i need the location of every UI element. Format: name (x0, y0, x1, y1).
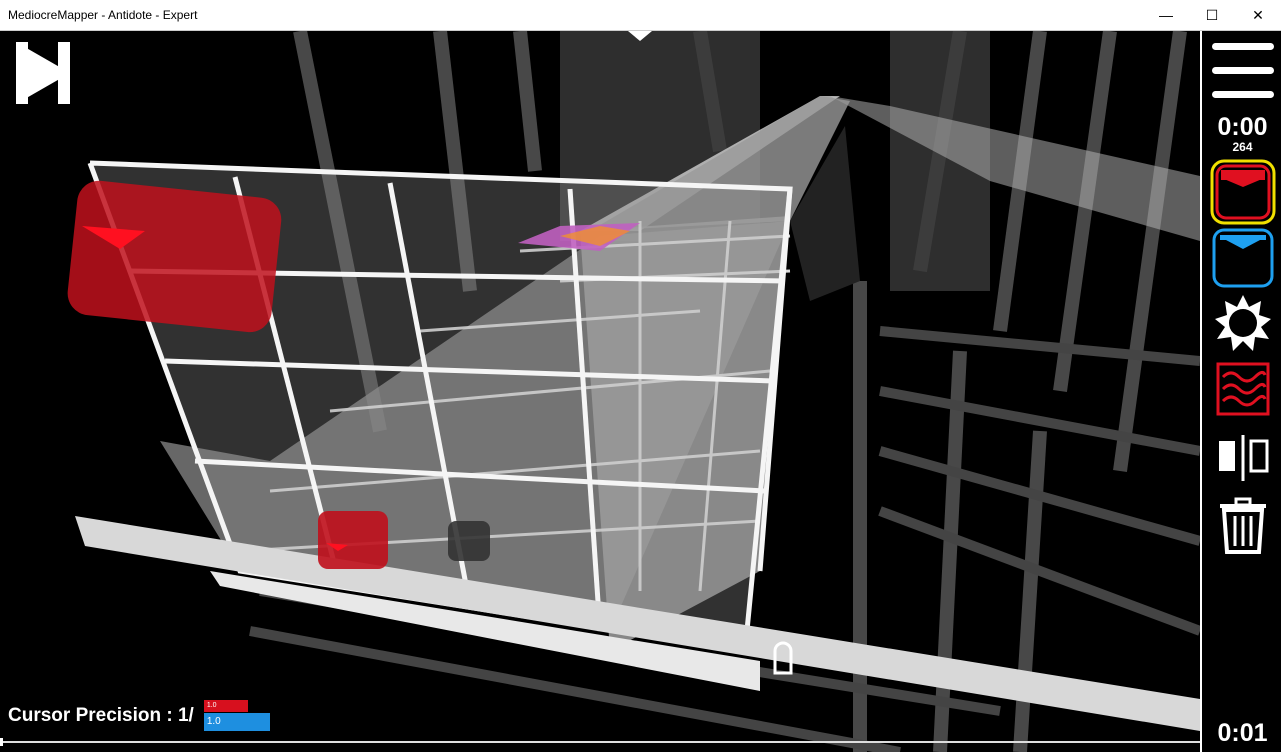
red-note-small (318, 511, 388, 569)
bomb-tool[interactable] (1202, 293, 1281, 353)
bomb-icon (1214, 295, 1271, 351)
tool-sidebar: 0:00 264 0:01 (1200, 31, 1281, 752)
hamburger-menu-icon (1211, 43, 1274, 98)
wall-icon (1216, 362, 1269, 416)
minimize-button[interactable]: — (1143, 0, 1189, 31)
end-time: 0:01 (1217, 719, 1268, 747)
blue-note-icon (1212, 228, 1273, 288)
mirror-icon (1218, 435, 1268, 481)
bpm-display: 264 (1232, 140, 1253, 154)
red-note-large (67, 180, 282, 333)
cursor-precision-label: Cursor Precision : 1/ (8, 705, 194, 726)
title-bar: MediocreMapper - Antidote - Expert — ☐ ✕ (0, 0, 1281, 31)
pause-icon[interactable] (14, 40, 72, 106)
wall-tool[interactable] (1202, 361, 1281, 417)
blue-precision-field[interactable]: 1.0 (203, 713, 270, 731)
timeline-progress[interactable] (0, 738, 1200, 746)
red-note-icon (1210, 159, 1275, 225)
blue-note-tool[interactable] (1202, 227, 1281, 289)
close-button[interactable]: ✕ (1235, 0, 1281, 31)
delete-tool[interactable] (1202, 496, 1281, 556)
red-precision-field[interactable]: 1.0 (203, 700, 248, 712)
timeline-marker[interactable] (0, 738, 3, 746)
current-time: 0:00 (1217, 113, 1268, 141)
maximize-button[interactable]: ☐ (1189, 0, 1235, 31)
precision-inputs: 1.0 1.0 (202, 700, 270, 732)
cursor-precision: Cursor Precision : 1/ 1.0 1.0 (8, 700, 270, 732)
scene-render (67, 31, 1200, 752)
mirror-tool[interactable] (1202, 433, 1281, 483)
trash-icon (1219, 497, 1266, 554)
menu-button[interactable] (1202, 39, 1281, 103)
editor-viewport[interactable]: Cursor Precision : 1/ 1.0 1.0 (0, 31, 1200, 752)
window-title: MediocreMapper - Antidote - Expert (8, 8, 198, 22)
red-note-tool[interactable] (1202, 159, 1281, 225)
